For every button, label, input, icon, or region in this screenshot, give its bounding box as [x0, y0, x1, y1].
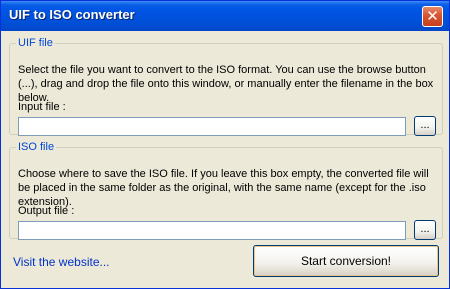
uif-file-legend: UIF file — [18, 37, 53, 49]
close-button[interactable]: ✕ — [422, 6, 443, 27]
uif-file-description: Select the file you want to convert to t… — [18, 64, 434, 104]
start-conversion-button[interactable]: Start conversion! — [253, 245, 439, 277]
output-browse-button[interactable]: ... — [414, 220, 436, 240]
iso-file-legend: ISO file — [18, 141, 55, 153]
output-file-label: Output file : — [18, 205, 75, 217]
iso-file-group: ISO file Choose where to save the ISO fi… — [9, 141, 443, 240]
close-icon: ✕ — [426, 7, 439, 25]
window-content: UIF file Select the file you want to con… — [5, 31, 445, 284]
output-file-field[interactable] — [18, 221, 406, 240]
input-file-label: Input file : — [18, 101, 66, 113]
visit-website-link[interactable]: Visit the website... — [13, 255, 110, 269]
uif-file-group: UIF file Select the file you want to con… — [9, 37, 443, 136]
converter-window: UIF to ISO converter ✕ UIF file Select t… — [0, 0, 450, 289]
window-title: UIF to ISO converter — [9, 7, 135, 22]
input-file-field[interactable] — [18, 117, 406, 136]
input-browse-button[interactable]: ... — [414, 116, 436, 136]
title-bar[interactable]: UIF to ISO converter ✕ — [1, 1, 449, 31]
iso-file-description: Choose where to save the ISO file. If yo… — [18, 168, 429, 208]
